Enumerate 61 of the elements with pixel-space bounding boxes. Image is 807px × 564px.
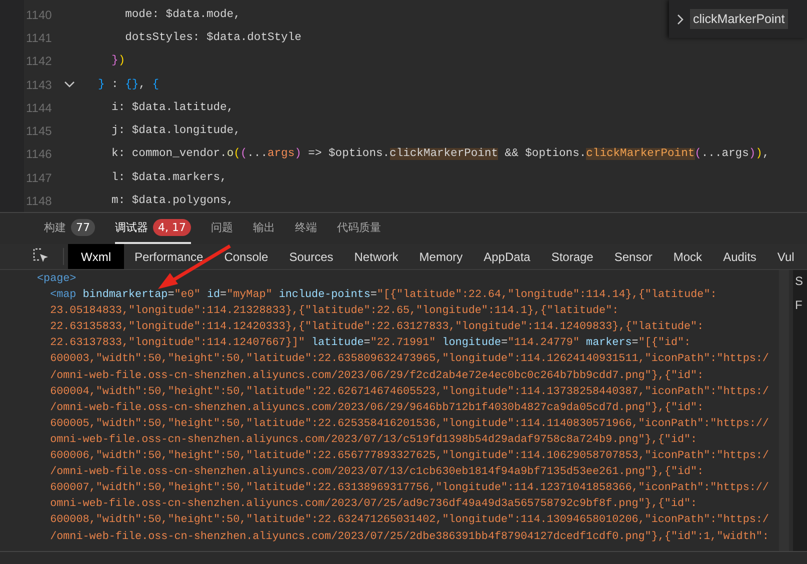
wxml-line: 600008,"width":50,"height":50,"latitude":22.632471265031402,"longitude":114.13094658010206,"iconPath":"https:/	[49, 514, 770, 528]
side-panel-label: F	[794, 298, 804, 312]
code-line: l: $data.markers,	[110, 172, 227, 184]
devtools-tab[interactable]: Performance	[124, 244, 214, 269]
wxml-line: /omni-web-file.oss-cn-shenzhen.aliyuncs.com/2023/06/29/9646bb712b1f4030b4827ca9da05cd7d.png"},{"id":	[49, 402, 705, 416]
devtools-tab[interactable]: Network	[344, 244, 409, 269]
count-badge: 4, 17	[153, 219, 191, 236]
inspect-element-icon[interactable]	[33, 248, 49, 264]
wxml-line: 22.63135833,"longitude":114.12420333},{"latitude":22.63127833,"longitude":114.12409833},{"latitude":	[49, 321, 705, 336]
devtools-tab[interactable]: Memory	[408, 244, 474, 269]
panel-tab[interactable]: 构建 77	[44, 213, 95, 244]
wxml-line: omni-web-file.oss-cn-shenzhen.aliyuncs.com/2023/07/25/ad9c736df49a49d3a565758792c9bf8f.png"},{"id":	[49, 498, 698, 512]
devtools-tab[interactable]: Sensor	[604, 244, 663, 269]
panel-tab[interactable]: 终端	[295, 213, 317, 244]
wxml-line: omni-web-file.oss-cn-shenzhen.aliyuncs.com/2023/07/13/c519fd1398b54d29adaf9758c8a724b9.png"},{"id":	[49, 434, 698, 448]
panel-tab[interactable]: 代码质量	[337, 213, 381, 244]
line-number: 1147	[25, 170, 53, 185]
wxml-line: 600005,"width":50,"height":50,"latitude":22.625358416201536,"longitude":114.1140830571966,"iconPath":"https://	[49, 418, 770, 432]
line-number: 1141	[25, 30, 53, 45]
devtools-tab[interactable]: AppData	[473, 244, 541, 269]
line-number: 1140	[25, 8, 53, 22]
count-badge: 77	[71, 219, 95, 236]
wxml-line: 600004,"width":50,"height":50,"latitude":22.626714674605523,"longitude":114.13738258440387,"iconPath":"https:/	[49, 386, 770, 400]
devtools-tab[interactable]: Audits	[712, 244, 767, 269]
wxml-line: /omni-web-file.oss-cn-shenzhen.aliyuncs.com/2023/06/29/f2cd2ab4e72e4ec0bc0c264b7bb9cdd7.png"},{"id":	[49, 370, 705, 384]
chevron-down-icon[interactable]	[64, 81, 75, 88]
wxml-line: 600003,"width":50,"height":50,"latitude":22.635809632473965,"longitude":114.12624140931511,"iconPath":"https:/	[49, 353, 770, 368]
code-line: i: $data.latitude,	[110, 102, 234, 114]
devtools-tab[interactable]: Console	[214, 244, 279, 269]
devtools-tab[interactable]: Storage	[540, 244, 604, 269]
devtools-tab[interactable]: Mock	[662, 244, 713, 269]
line-number: 1142	[25, 54, 53, 68]
code-line: })	[110, 55, 126, 68]
wxml-line: <page>	[37, 273, 78, 287]
devtools-tab[interactable]: Wxml	[68, 244, 124, 269]
devtools-tab[interactable]: Sources	[278, 244, 344, 269]
side-panel-label: S	[794, 274, 804, 288]
chevron-right-icon[interactable]	[677, 14, 684, 24]
line-number: 1146	[25, 147, 53, 162]
code-line: } : {}, {	[98, 78, 160, 91]
scrollbar[interactable]	[779, 270, 789, 551]
code-line: mode: $data.mode,	[124, 8, 240, 21]
wxml-line: 22.63137833,"longitude":114.12407667}]" latitude="22.71991" longitude="114.24779" markers="[{"id":	[49, 337, 692, 352]
panel-tab[interactable]: 问题	[211, 213, 233, 244]
wxml-line: /omni-web-file.oss-cn-shenzhen.aliyuncs.com/2023/07/13/c1cb630eb1814f94a9bf7135d53ee261.png"},{"id":	[49, 466, 705, 480]
devtools-tab[interactable]: Vul	[766, 244, 805, 269]
wxml-line: 600006,"width":50,"height":50,"latitude":22.656777893327625,"longitude":114.10629058707853,"iconPath":"https:/	[49, 450, 770, 464]
wxml-line: 600007,"width":50,"height":50,"latitude":22.63138969317756,"longitude":114.12371041858366,"iconPath":"https://	[49, 482, 770, 496]
line-number: 1145	[25, 124, 53, 138]
code-line: dotsStyles: $data.dotStyle	[124, 32, 302, 44]
code-line: j: $data.longitude,	[110, 125, 240, 138]
line-number: 1143	[25, 78, 53, 92]
panel-tab[interactable]: 输出	[253, 213, 275, 244]
wxml-line: /omni-web-file.oss-cn-shenzhen.aliyuncs.com/2023/07/25/2dbe386391bb4f87904127dcedf1cdf0.png"},{"id":1,"width":	[49, 530, 770, 544]
line-number: 1144	[25, 100, 53, 115]
wxml-line: 23.05184833,"longitude":114.21328833},{"latitude":22.65,"longitude":114.1},{"latitude":	[49, 305, 620, 320]
wxml-line: <map bindmarkertap="e0" id="myMap" include-points="[{"latitude":22.64,"longitude":114.14},{"latitude":	[49, 289, 718, 304]
line-number: 1148	[25, 194, 53, 208]
code-line: k: common_vendor.o((...args) => $options.clickMarkerPoint && $options.clickMarkerPoint(...args)),	[110, 148, 770, 160]
search-field[interactable]: clickMarkerPoint	[690, 9, 788, 29]
code-line: m: $data.polygons,	[110, 195, 234, 208]
